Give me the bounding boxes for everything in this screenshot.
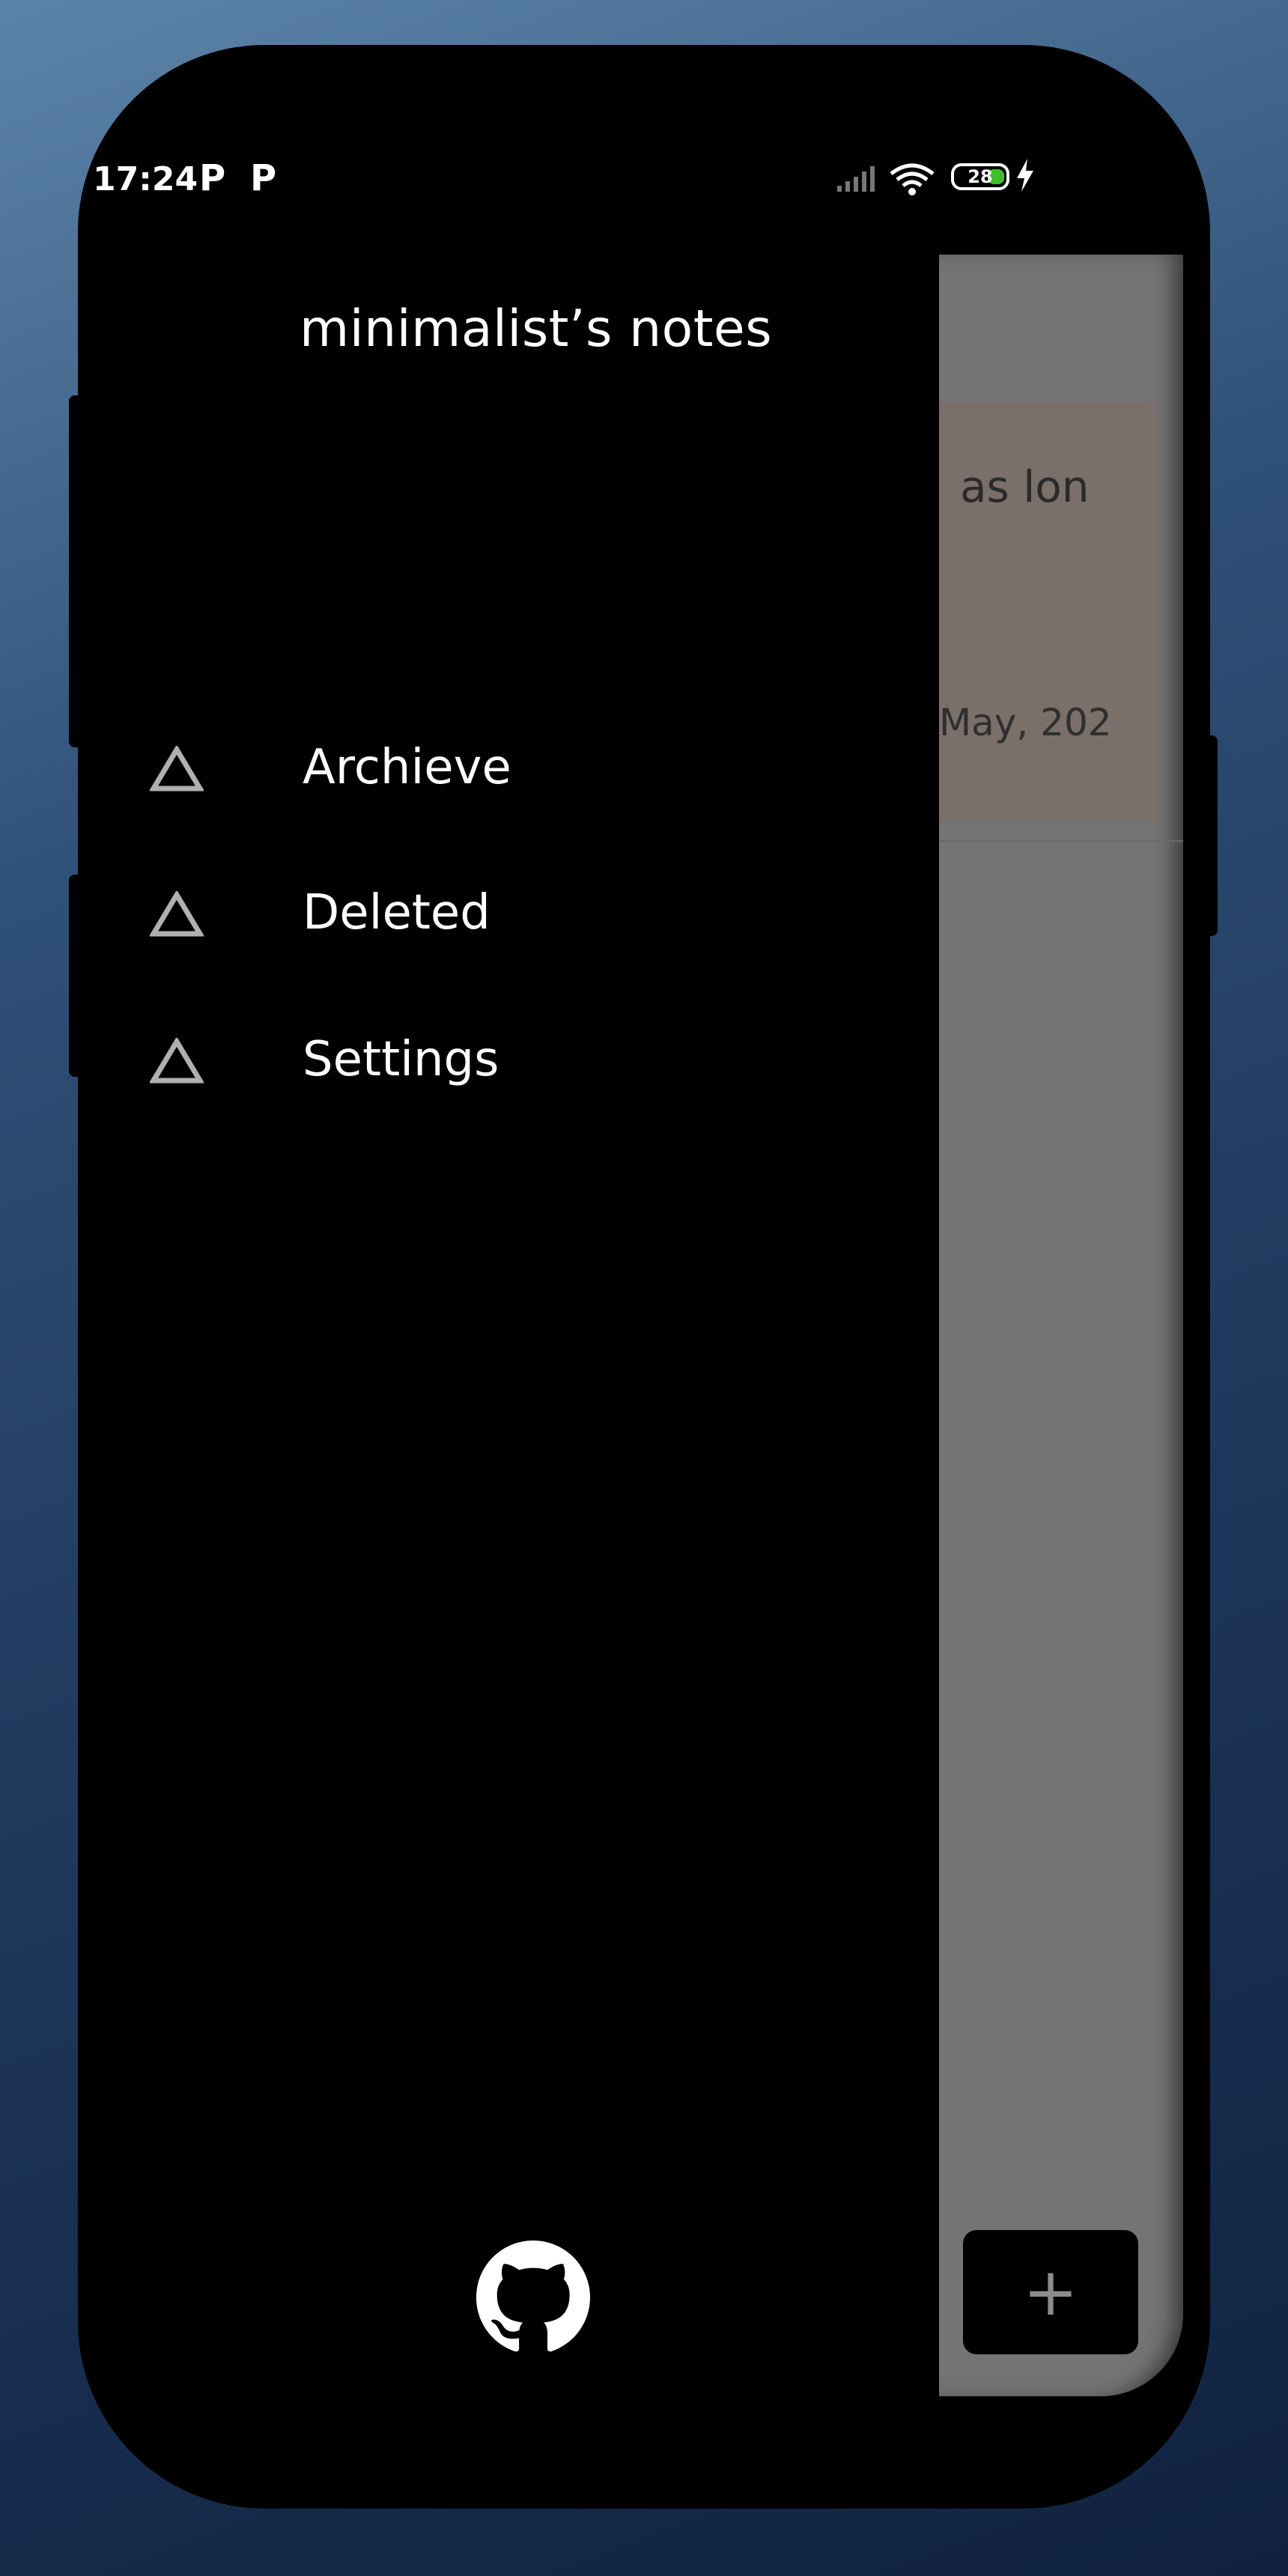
wifi-icon bbox=[890, 163, 935, 195]
menu-item-label: Archieve bbox=[303, 740, 511, 795]
triangle-icon bbox=[150, 746, 204, 792]
plus-icon: + bbox=[1023, 2253, 1078, 2330]
battery-icon: 28 bbox=[951, 163, 1009, 190]
note-text: as long bbox=[960, 461, 1089, 512]
triangle-icon bbox=[150, 1038, 204, 1084]
battery-level: 28 bbox=[967, 166, 993, 187]
menu-item-archive[interactable]: Archieve bbox=[150, 713, 824, 825]
menu-item-settings[interactable]: Settings bbox=[150, 1005, 824, 1117]
add-note-button[interactable]: + bbox=[963, 2230, 1138, 2354]
background-app-screen[interactable]: as long May, 2020 + bbox=[939, 255, 1183, 2396]
menu-item-label: Deleted bbox=[303, 885, 490, 941]
drawer-title: minimalist’s notes bbox=[300, 300, 773, 359]
divider bbox=[939, 840, 1183, 842]
status-time: 17:24 bbox=[93, 160, 198, 198]
triangle-icon bbox=[150, 891, 204, 937]
parking-notification-icon: P bbox=[250, 157, 277, 199]
parking-notification-icon: P bbox=[199, 157, 226, 199]
charging-icon bbox=[1017, 159, 1033, 192]
menu-item-label: Settings bbox=[303, 1032, 499, 1087]
note-date: May, 2020 bbox=[939, 701, 1113, 744]
github-icon[interactable] bbox=[476, 2241, 590, 2354]
note-card[interactable]: as long May, 2020 bbox=[939, 401, 1156, 821]
signal-icon bbox=[837, 166, 875, 192]
menu-item-deleted[interactable]: Deleted bbox=[150, 858, 824, 970]
